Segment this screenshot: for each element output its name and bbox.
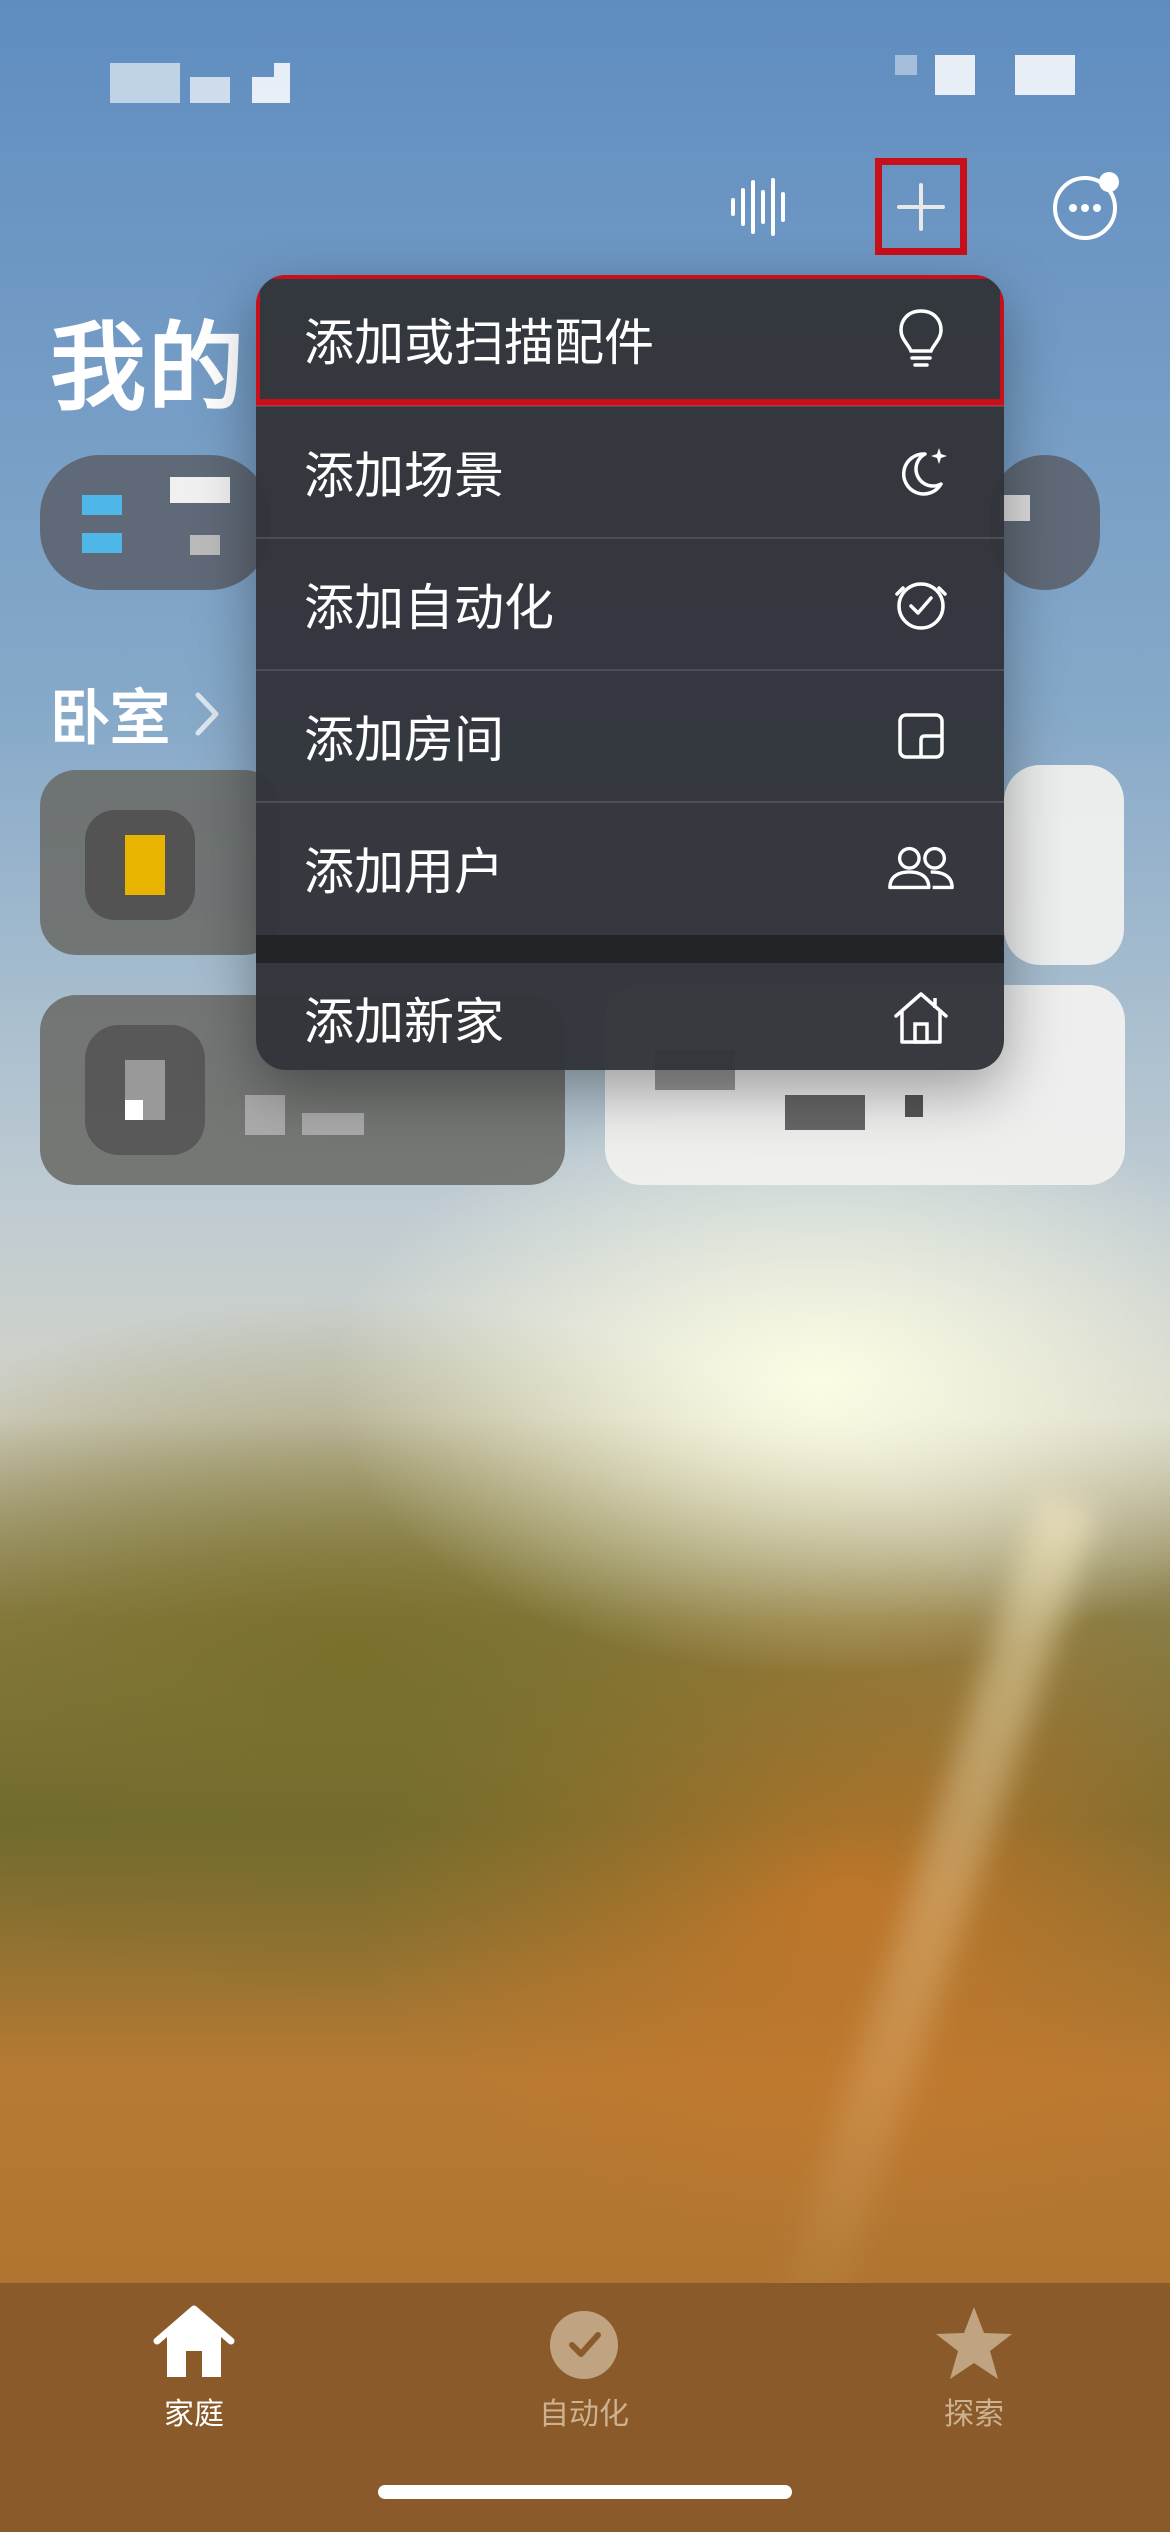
house-icon: [886, 983, 956, 1053]
status-bar: [0, 55, 1170, 105]
add-menu: 添加或扫描配件 添加场景 添加自动化 添加房间 添加用户 添加新家: [256, 275, 1004, 1070]
obscured-text: [245, 1095, 285, 1135]
menu-item-add-scene[interactable]: 添加场景: [256, 407, 1004, 537]
people-icon: [886, 833, 956, 903]
add-button[interactable]: [875, 158, 967, 255]
status-time-obscured: [274, 63, 290, 103]
menu-item-add-home[interactable]: 添加新家: [256, 963, 1004, 1070]
accessory-tile[interactable]: [40, 770, 280, 955]
room-header[interactable]: 卧室: [50, 670, 222, 757]
menu-item-label: 添加或扫描配件: [304, 314, 654, 372]
ellipsis-circle-icon: [1053, 172, 1119, 240]
status-signal-obscured: [895, 55, 917, 75]
lightbulb-icon: [886, 304, 956, 374]
chevron-right-icon: [195, 692, 219, 735]
page-title: 我的: [50, 312, 246, 424]
accessory-icon-lit: [125, 835, 165, 895]
menu-item-add-automation[interactable]: 添加自动化: [256, 539, 1004, 669]
menu-item-add-accessory[interactable]: 添加或扫描配件: [256, 275, 1004, 406]
tab-discover[interactable]: 探索: [874, 2303, 1074, 2433]
obscured-text: [785, 1095, 865, 1130]
menu-item-label: 添加新家: [304, 993, 504, 1051]
voice-control-button[interactable]: [718, 165, 802, 249]
waveform-icon: [731, 178, 785, 236]
more-options-button[interactable]: [1040, 161, 1130, 251]
obscured-icon: [125, 1100, 143, 1120]
menu-item-label: 添加用户: [304, 843, 504, 901]
room-icon: [886, 701, 956, 771]
obscured-icon: [82, 495, 122, 515]
tab-label: 探索: [944, 2397, 1004, 2432]
tab-home[interactable]: 家庭: [94, 2303, 294, 2433]
obscured-text: [302, 1113, 364, 1135]
menu-item-add-room[interactable]: 添加房间: [256, 671, 1004, 801]
obscured-icon: [82, 533, 122, 553]
status-signal-obscured: [935, 55, 975, 95]
status-time-obscured: [110, 63, 180, 103]
tab-label: 自动化: [539, 2397, 629, 2432]
menu-section-divider: [256, 935, 1004, 963]
obscured-text: [190, 535, 220, 555]
status-battery-obscured: [1015, 55, 1075, 95]
status-summary-pill[interactable]: [990, 455, 1100, 590]
obscured-text: [905, 1095, 923, 1117]
menu-item-add-user[interactable]: 添加用户: [256, 803, 1004, 933]
obscured-text: [170, 477, 230, 503]
star-icon: [936, 2307, 1012, 2379]
tab-label: 家庭: [164, 2397, 224, 2432]
moon-sparkle-icon: [886, 437, 956, 507]
menu-item-label: 添加自动化: [304, 579, 554, 637]
menu-item-label: 添加房间: [304, 711, 504, 769]
obscured-text: [1000, 495, 1030, 521]
accessory-tile[interactable]: [1004, 765, 1124, 965]
house-icon: [153, 2305, 235, 2377]
status-summary-pill[interactable]: [40, 455, 270, 590]
top-toolbar: [0, 158, 1170, 255]
tab-automation[interactable]: 自动化: [484, 2303, 684, 2433]
home-indicator[interactable]: [378, 2485, 792, 2499]
room-name: 卧室: [50, 684, 170, 754]
plus-icon: [897, 182, 945, 231]
clock-icon: [550, 2311, 618, 2379]
status-time-obscured: [252, 77, 274, 103]
clock-icon: [886, 569, 956, 639]
status-time-obscured: [190, 77, 230, 103]
menu-item-label: 添加场景: [304, 447, 504, 505]
